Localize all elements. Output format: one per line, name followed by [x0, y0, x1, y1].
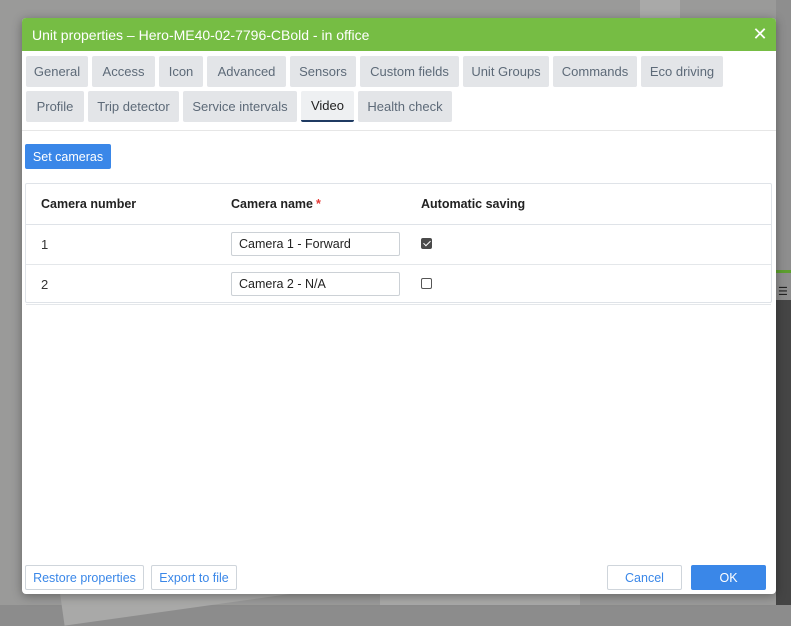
tab-profile[interactable]: Profile — [26, 91, 84, 122]
export-to-file-button[interactable]: Export to file — [151, 565, 237, 590]
restore-properties-button[interactable]: Restore properties — [25, 565, 144, 590]
menu-icon[interactable]: ☰ — [778, 287, 789, 298]
table-row: 1 — [26, 224, 771, 265]
tab-general[interactable]: General — [26, 56, 88, 87]
table-header: Camera number Camera name * Automatic sav… — [26, 184, 771, 225]
tab-custom-fields[interactable]: Custom fields — [360, 56, 459, 87]
table-row: 2 — [26, 264, 771, 305]
required-marker: * — [316, 197, 321, 211]
map-road — [640, 0, 680, 18]
dialog-title: Unit properties – Hero-ME40-02-7796-CBol… — [32, 26, 370, 43]
cameras-table: Camera number Camera name * Automatic sav… — [25, 183, 772, 305]
close-icon[interactable]: ✕ — [752, 25, 768, 43]
tab-eco-driving[interactable]: Eco driving — [641, 56, 723, 87]
tab-commands[interactable]: Commands — [553, 56, 637, 87]
tab-trip-detector[interactable]: Trip detector — [88, 91, 179, 122]
map-dark-panel — [776, 300, 791, 605]
camera-name-input[interactable] — [231, 232, 400, 256]
column-header-camera-name: Camera name * — [231, 197, 321, 211]
tab-sensors[interactable]: Sensors — [290, 56, 356, 87]
automatic-saving-checkbox[interactable] — [421, 278, 432, 289]
camera-number: 1 — [41, 236, 49, 252]
tab-unit-groups[interactable]: Unit Groups — [463, 56, 549, 87]
cancel-button[interactable]: Cancel — [607, 565, 682, 590]
ok-button[interactable]: OK — [691, 565, 766, 590]
map-accent-line — [776, 270, 791, 273]
set-cameras-button[interactable]: Set cameras — [25, 144, 111, 169]
tab-service-intervals[interactable]: Service intervals — [183, 91, 297, 122]
tab-video[interactable]: Video — [301, 91, 354, 122]
tab-access[interactable]: Access — [92, 56, 155, 87]
unit-properties-dialog: Unit properties – Hero-ME40-02-7796-CBol… — [22, 18, 776, 594]
tabs-divider — [22, 130, 776, 131]
camera-name-input[interactable] — [231, 272, 400, 296]
dialog-titlebar: Unit properties – Hero-ME40-02-7796-CBol… — [22, 18, 776, 51]
column-header-camera-number: Camera number — [41, 197, 137, 211]
camera-number: 2 — [41, 276, 49, 292]
tab-advanced[interactable]: Advanced — [207, 56, 286, 87]
tab-icon[interactable]: Icon — [159, 56, 203, 87]
automatic-saving-checkbox[interactable] — [421, 238, 432, 249]
tab-health-check[interactable]: Health check — [358, 91, 452, 122]
column-header-automatic-saving: Automatic saving — [421, 197, 526, 211]
